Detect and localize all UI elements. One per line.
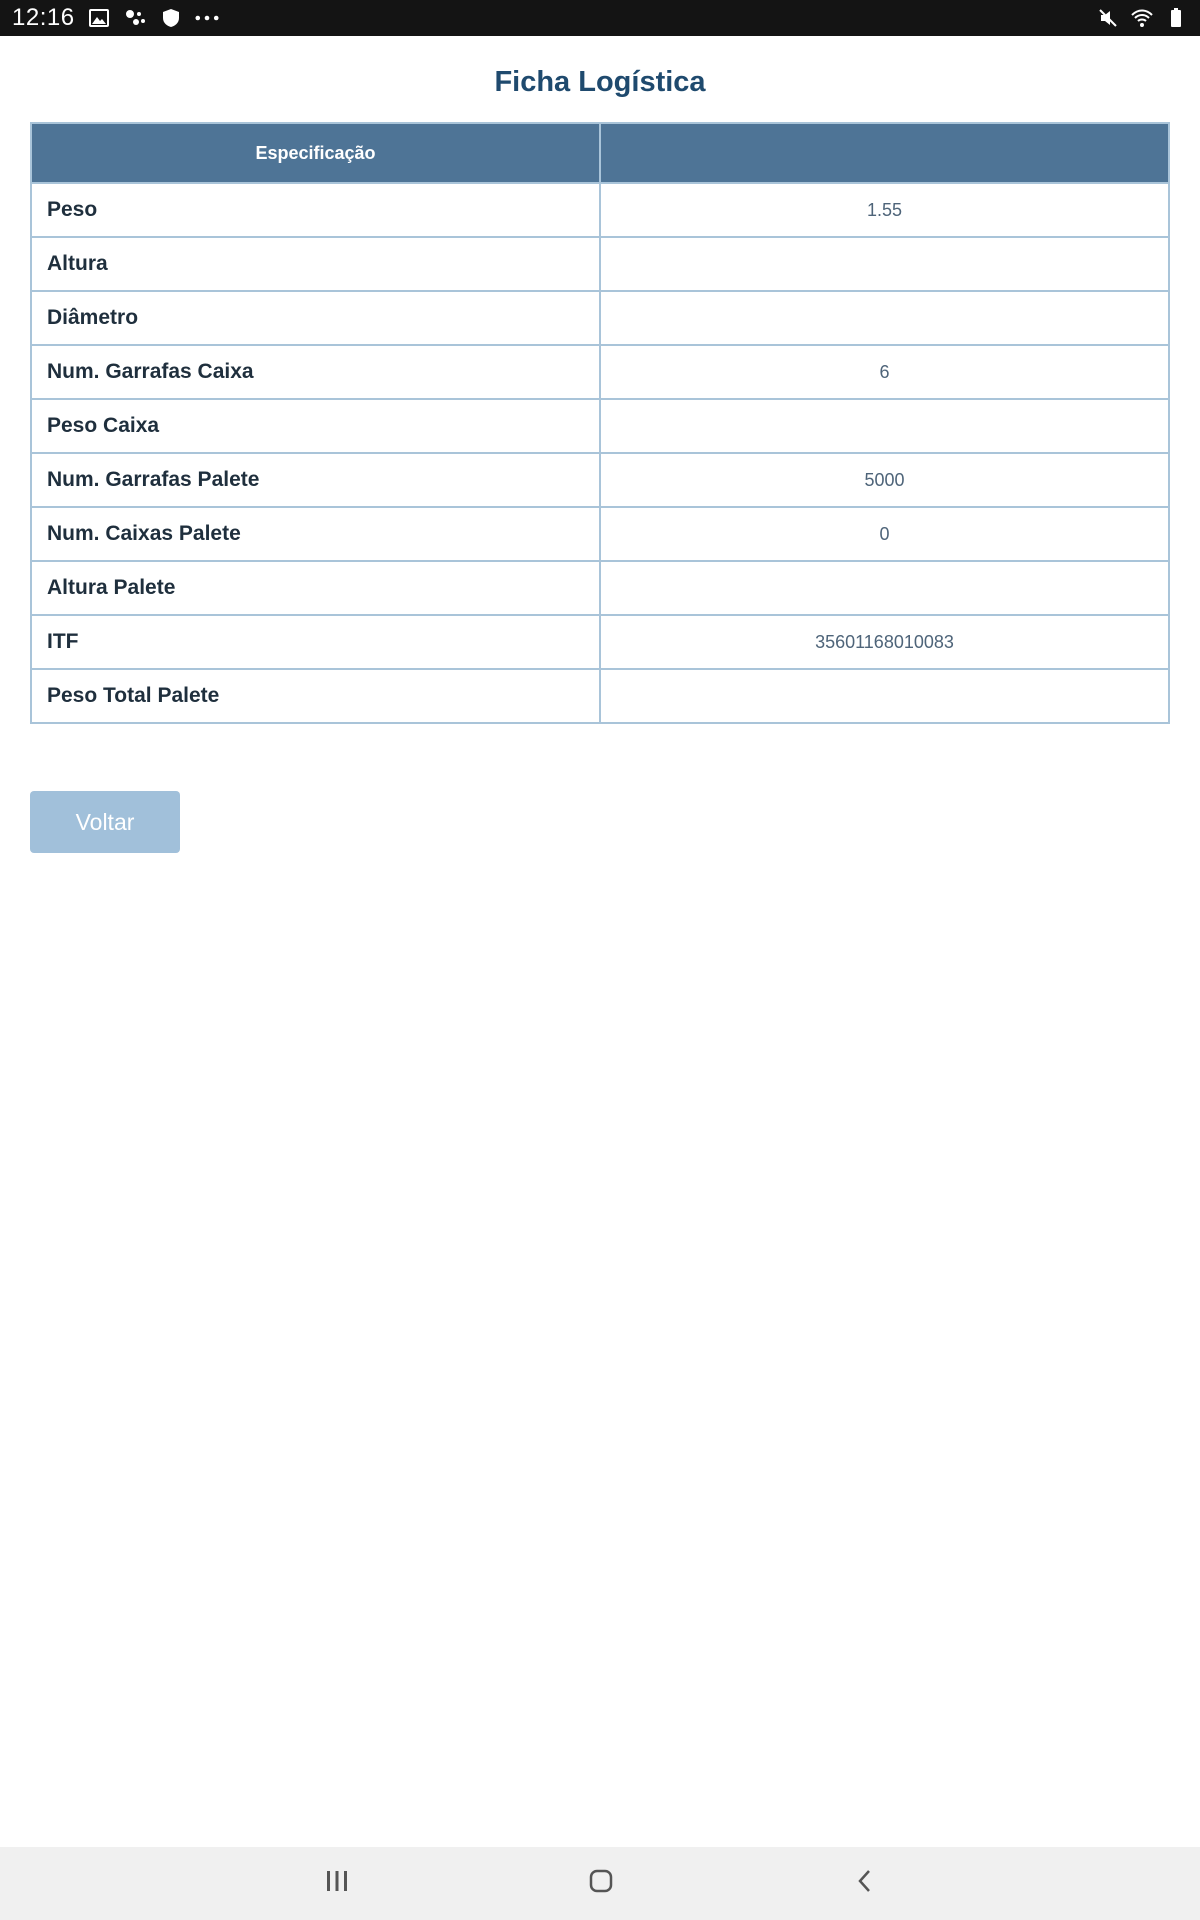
table-row: Num. Garrafas Palete 5000 <box>30 452 1170 508</box>
status-right <box>1096 6 1188 30</box>
more-dots-icon <box>195 6 219 30</box>
status-bar: 12:16 <box>0 0 1200 36</box>
header-specification: Especificação <box>30 122 601 184</box>
row-value: 0 <box>599 506 1170 562</box>
row-label: Num. Garrafas Caixa <box>30 344 601 400</box>
table-row: Diâmetro <box>30 290 1170 346</box>
row-label: Peso Caixa <box>30 398 601 454</box>
row-label: Peso Total Palete <box>30 668 601 724</box>
row-label: Num. Caixas Palete <box>30 506 601 562</box>
row-value: 35601168010083 <box>599 614 1170 670</box>
row-label: Num. Garrafas Palete <box>30 452 601 508</box>
row-label: Altura <box>30 236 601 292</box>
table-row: Peso Caixa <box>30 398 1170 454</box>
status-time: 12:16 <box>12 4 75 31</box>
back-icon <box>855 1868 875 1899</box>
table-row: Peso Total Palete <box>30 668 1170 724</box>
mute-icon <box>1096 6 1120 30</box>
row-value <box>599 236 1170 292</box>
table-row: Peso 1.55 <box>30 182 1170 238</box>
table-row: Altura <box>30 236 1170 292</box>
header-value <box>599 122 1170 184</box>
assistant-icon <box>123 6 147 30</box>
recent-apps-button[interactable] <box>297 1847 377 1920</box>
home-button[interactable] <box>561 1847 641 1920</box>
home-icon <box>588 1868 614 1899</box>
table-header-row: Especificação <box>30 122 1170 184</box>
shield-icon <box>159 6 183 30</box>
table-row: Num. Caixas Palete 0 <box>30 506 1170 562</box>
table-row: ITF 35601168010083 <box>30 614 1170 670</box>
table-row: Altura Palete <box>30 560 1170 616</box>
row-label: Altura Palete <box>30 560 601 616</box>
recent-apps-icon <box>324 1869 350 1898</box>
wifi-icon <box>1130 6 1154 30</box>
back-button[interactable]: Voltar <box>30 791 180 853</box>
back-nav-button[interactable] <box>825 1847 905 1920</box>
screen: 12:16 Ficha Logística Especificação Peso… <box>0 0 1200 1920</box>
status-left: 12:16 <box>12 4 219 32</box>
row-label: Diâmetro <box>30 290 601 346</box>
row-label: ITF <box>30 614 601 670</box>
row-value <box>599 560 1170 616</box>
battery-icon <box>1164 6 1188 30</box>
row-value: 1.55 <box>599 182 1170 238</box>
image-icon <box>87 6 111 30</box>
row-label: Peso <box>30 182 601 238</box>
row-value <box>599 398 1170 454</box>
page-title: Ficha Logística <box>494 66 706 98</box>
row-value: 6 <box>599 344 1170 400</box>
navigation-bar <box>0 1847 1200 1920</box>
row-value: 5000 <box>599 452 1170 508</box>
spec-table: Especificação Peso 1.55 Altura Diâmetro … <box>30 122 1170 724</box>
table-row: Num. Garrafas Caixa 6 <box>30 344 1170 400</box>
row-value <box>599 290 1170 346</box>
row-value <box>599 668 1170 724</box>
